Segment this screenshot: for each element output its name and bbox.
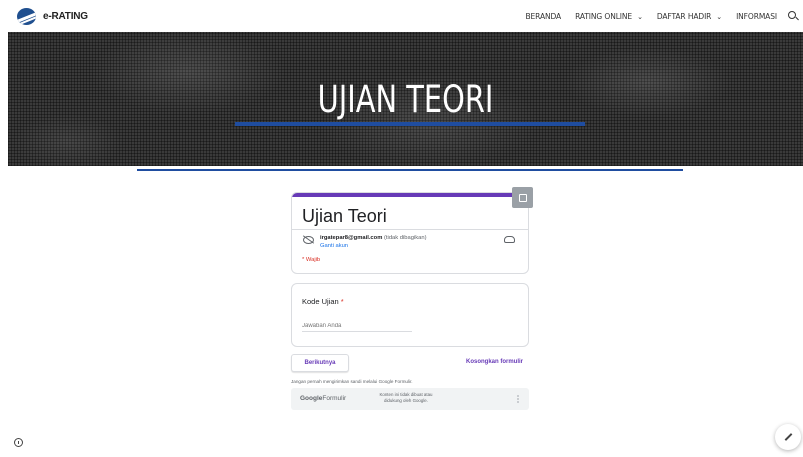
top-navbar: e-RATING BERANDA RATING ONLINE ⌄ DAFTAR H… [0, 0, 803, 32]
account-email: irgatepar8@gmail.com [320, 235, 383, 241]
google-forms-logo[interactable]: GoogleFormulir [300, 395, 346, 402]
password-warning: Jangan pernah mengirimkan sandi melalui … [291, 379, 413, 384]
hero-title: UJIAN TEORI [317, 78, 494, 121]
eye-off-icon [303, 236, 314, 244]
menu-item-label: RATING ONLINE [575, 12, 633, 21]
chevron-down-icon: ⌄ [637, 13, 643, 21]
account-email-line: irgatepar8@gmail.com (tidak dibagikan) [320, 235, 427, 241]
next-button[interactable]: Berikutnya [291, 354, 349, 372]
disclaimer-text: Konten ini tidak dibuat atau didukung ol… [379, 392, 433, 403]
required-note: * Wajib [302, 257, 321, 263]
edit-icon[interactable] [775, 424, 801, 450]
search-icon[interactable] [788, 11, 796, 19]
menu-item-rating-online[interactable]: RATING ONLINE ⌄ [575, 12, 643, 21]
menu-item-informasi[interactable]: INFORMASI [736, 12, 777, 21]
exam-code-input[interactable] [302, 320, 412, 332]
form-header-card: Ujian Teori irgatepar8@gmail.com (tidak … [291, 192, 529, 274]
logo-icon[interactable] [17, 8, 36, 25]
question-label: Kode Ujian * [302, 297, 344, 306]
logo-google-text: Google [300, 395, 323, 402]
main-menu: BERANDA RATING ONLINE ⌄ DAFTAR HADIR ⌄ INF… [525, 12, 777, 21]
logo-forms-text: Formulir [322, 395, 347, 402]
menu-item-label: INFORMASI [736, 12, 777, 21]
cloud-icon[interactable] [504, 236, 515, 243]
hero-underline [235, 122, 585, 126]
settings-icon[interactable] [512, 187, 533, 208]
menu-item-daftar-hadir[interactable]: DAFTAR HADIR ⌄ [657, 12, 722, 21]
info-icon[interactable] [14, 438, 23, 447]
form-title: Ujian Teori [302, 206, 387, 226]
required-asterisk: * [340, 297, 344, 306]
not-shared-note: (tidak dibagikan) [383, 235, 427, 241]
clear-form-button[interactable]: Kosongkan formulir [466, 359, 523, 365]
divider [292, 229, 528, 230]
question-card: Kode Ujian * [291, 283, 529, 347]
chevron-down-icon: ⌄ [716, 13, 723, 21]
forms-footer: GoogleFormulir Konten ini tidak dibuat a… [291, 388, 529, 410]
question-text: Kode Ujian [302, 297, 339, 306]
brand-name[interactable]: e-RATING [43, 11, 88, 22]
section-divider [137, 169, 683, 171]
switch-account-link[interactable]: Ganti akun [320, 243, 348, 249]
menu-item-label: BERANDA [525, 12, 562, 21]
more-vert-icon[interactable] [517, 395, 519, 397]
form-accent-bar [292, 193, 528, 197]
hero-banner: UJIAN TEORI [8, 32, 803, 166]
menu-item-label: DAFTAR HADIR [656, 12, 712, 21]
menu-item-beranda[interactable]: BERANDA [525, 12, 561, 21]
